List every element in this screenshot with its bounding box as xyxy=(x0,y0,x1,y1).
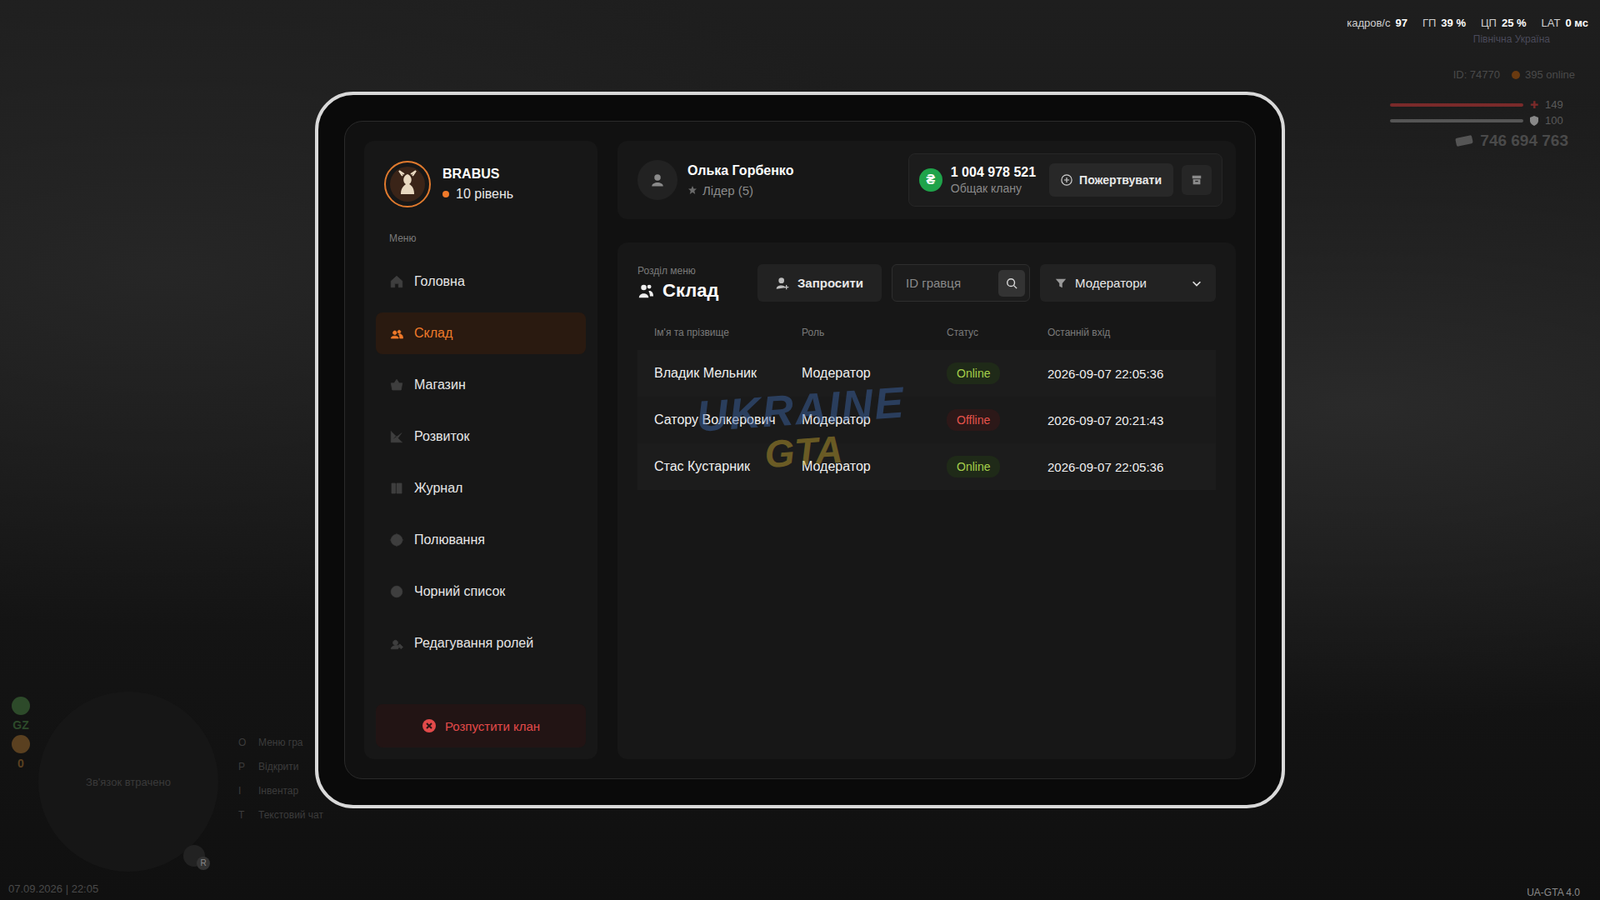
treasury-label: Общак клану xyxy=(950,181,1036,195)
menu-item[interactable]: Чорний список xyxy=(375,570,586,613)
menu-label: Меню xyxy=(389,232,586,245)
armor-bar: 100 xyxy=(1390,114,1569,127)
menu-item-icon xyxy=(389,274,405,290)
role-filter[interactable]: Модератори xyxy=(1040,264,1216,302)
hud-bars: ✚149 100 746 694 763 xyxy=(1390,98,1569,150)
leader: Олька Горбенко Лідер (5) xyxy=(637,160,794,200)
menu-item[interactable]: Редагування ролей xyxy=(375,622,586,665)
treasury-amount: 1 004 978 521 xyxy=(950,165,1036,180)
key-hint: IІнвентар xyxy=(238,785,324,797)
money-icon xyxy=(1455,135,1474,147)
hud-stat: ЦП25 % xyxy=(1480,16,1527,30)
treasury: ₴ 1 004 978 521Общак клану Пожертвувати xyxy=(908,153,1223,207)
online-icon xyxy=(1511,70,1520,80)
menu-item-icon xyxy=(389,429,405,445)
menu-item-icon xyxy=(389,532,405,548)
wanted-icon xyxy=(11,735,30,754)
column-header: Роль xyxy=(801,326,947,350)
menu-item-icon xyxy=(389,377,405,393)
tablet: BRABUS 10 рівень Меню Головна Склад Магазин Ро… xyxy=(315,91,1285,809)
menu-item-icon xyxy=(389,325,405,341)
status-badge: Online xyxy=(946,455,1000,478)
key-hint: PВідкрити xyxy=(238,760,324,773)
side-marks: GZ0 xyxy=(10,696,32,770)
plus-circle-icon xyxy=(1060,174,1073,186)
table-row[interactable]: Владик МельникМодераторOnline2026-09-07 … xyxy=(637,350,1216,397)
star-icon xyxy=(687,185,698,195)
game-screen: кадров/с97 ГП39 % ЦП25 % LAT0 мс Північна Ук… xyxy=(0,0,1600,900)
menu-item-icon xyxy=(389,635,405,651)
watermark: UKRAINEGTA xyxy=(695,376,910,481)
health-bar: ✚149 xyxy=(1390,98,1569,111)
filter-icon xyxy=(1055,277,1067,290)
clan-level: 10 рівень xyxy=(442,186,514,202)
menu-item-icon xyxy=(389,480,405,496)
hud-player-info: ID: 74770395 online xyxy=(1453,68,1575,81)
people-icon xyxy=(637,283,655,299)
close-circle-icon xyxy=(421,718,437,734)
table-row[interactable]: Сатору ВолкеровичМодераторOffline2026-09… xyxy=(637,396,1216,444)
clan-panel: BRABUS 10 рівень Меню Головна Склад Магазин Ро… xyxy=(344,120,1256,780)
menu-item[interactable]: Склад xyxy=(375,312,586,355)
key-hints: OМеню гра PВідкрити IІнвентар TТекстовий ча… xyxy=(238,736,324,821)
key-hint: OМеню гра xyxy=(238,736,324,749)
mic-icon: R xyxy=(183,845,205,867)
zone-icon xyxy=(11,696,30,715)
chevron-down-icon xyxy=(1190,277,1203,290)
column-header: Ім'я та прізвище xyxy=(654,326,802,350)
menu-item[interactable]: Магазин xyxy=(375,364,586,406)
clan-header: BRABUS 10 рівень xyxy=(375,160,586,208)
disband-button[interactable]: Розпустити клан xyxy=(375,704,586,748)
column-header: Статус xyxy=(946,326,1048,350)
clan-avatar-icon xyxy=(384,160,431,208)
toolbar: Розділ менюСкладЗапросити Модератори xyxy=(637,264,1216,302)
clan-name: BRABUS xyxy=(442,166,514,182)
sidebar: BRABUS 10 рівень Меню Головна Склад Магазин Ро… xyxy=(364,140,598,760)
menu-item[interactable]: Розвиток xyxy=(375,415,586,458)
menu-item[interactable]: Журнал xyxy=(375,467,586,510)
leader-card: Олька Горбенко Лідер (5) ₴ 1 004 978 521Общ… xyxy=(617,140,1236,220)
leader-name: Олька Горбенко xyxy=(687,163,794,179)
search-icon xyxy=(1005,277,1018,290)
minimap: Зв'язок втраченоR xyxy=(38,691,219,872)
donate-button[interactable]: Пожертвувати xyxy=(1049,163,1174,197)
menu-item[interactable]: Полювання xyxy=(375,519,586,561)
currency-icon: ₴ xyxy=(919,168,943,192)
search-input[interactable] xyxy=(904,275,994,291)
leader-role: Лідер (5) xyxy=(687,183,794,198)
box-icon xyxy=(1190,174,1203,186)
invite-button[interactable]: Запросити xyxy=(757,264,882,302)
table-header: Ім'я та прізвищеРольСтатусОстанній вхід xyxy=(637,326,1216,350)
menu: Головна Склад Магазин Розвиток Журнал Полюван… xyxy=(375,260,586,665)
members-panel: Розділ менюСкладЗапросити Модератори Ім'я … xyxy=(617,242,1236,760)
table-row[interactable]: Стас КустарникМодераторOnline2026-09-07 … xyxy=(637,443,1216,490)
version: UA-GTA 4.0 xyxy=(1526,886,1580,899)
hud-money: 746 694 763 xyxy=(1455,131,1569,150)
status-badge: Online xyxy=(946,362,1000,385)
status-badge: Offline xyxy=(946,409,1000,431)
hud-stat: ГП39 % xyxy=(1422,16,1466,30)
section-title: Розділ менюСклад xyxy=(637,265,748,302)
key-hint: TТекстовий чат xyxy=(238,809,324,821)
user-plus-icon xyxy=(775,276,790,290)
storage-button[interactable] xyxy=(1181,165,1212,195)
column-header: Останній вхід xyxy=(1047,326,1216,350)
hud-stat: LAT0 мс xyxy=(1541,16,1589,30)
menu-item[interactable]: Головна xyxy=(375,260,586,303)
search-field[interactable] xyxy=(891,264,1030,302)
datetime: 07.09.2026 | 22:05 xyxy=(8,882,99,895)
health-icon: ✚ xyxy=(1530,99,1539,111)
user-icon xyxy=(637,160,678,200)
hud-stats: кадров/с97 ГП39 % ЦП25 % LAT0 мс xyxy=(1346,16,1589,30)
hud-region: Північна Україна xyxy=(1473,33,1550,45)
hud-stat: кадров/с97 xyxy=(1346,16,1408,30)
search-button[interactable] xyxy=(998,270,1025,297)
menu-item-icon xyxy=(389,584,405,600)
members-table: Ім'я та прізвищеРольСтатусОстанній вхідВ… xyxy=(637,326,1216,490)
shield-icon xyxy=(1530,115,1539,126)
